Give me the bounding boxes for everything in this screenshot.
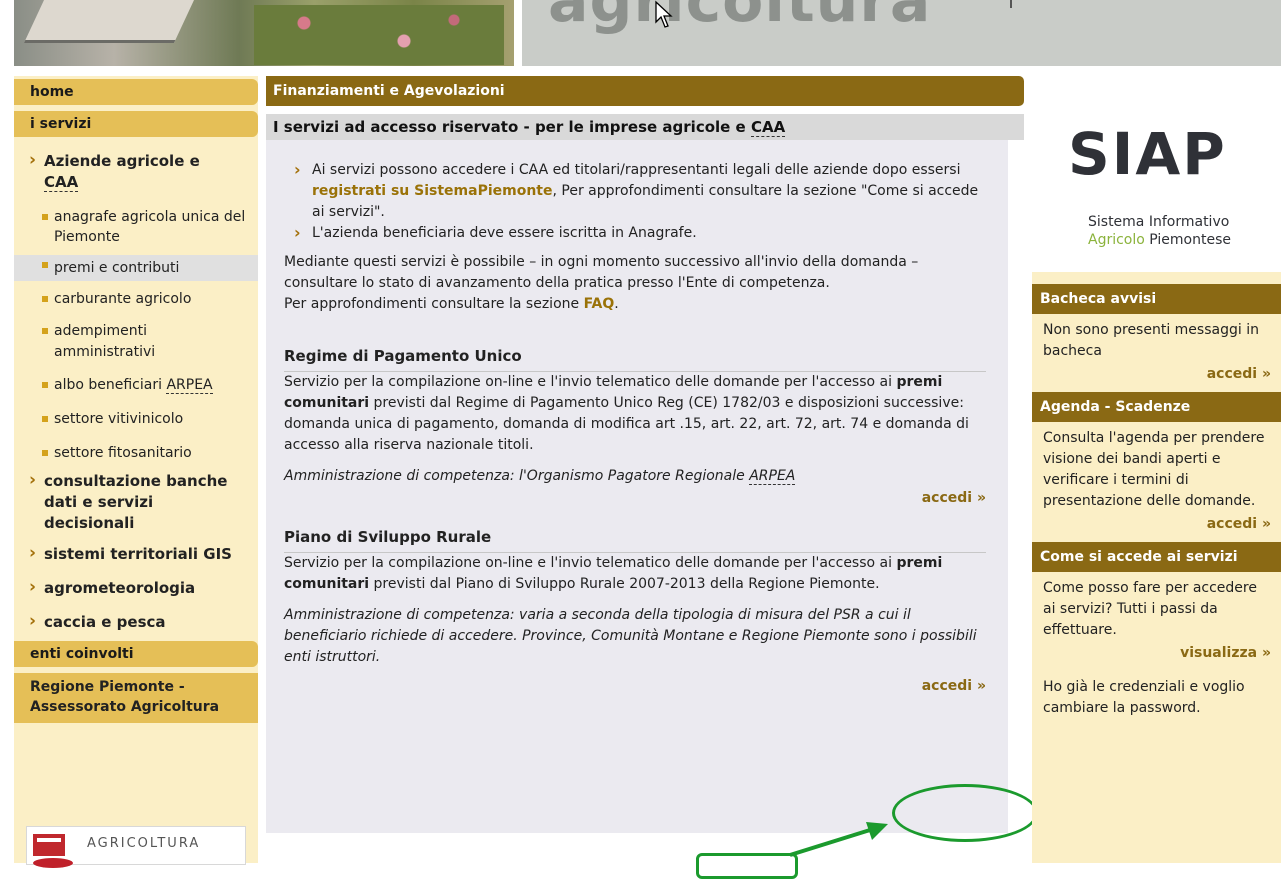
main-content: Finanziamenti e Agevolazioni I servizi a… [266, 76, 1024, 863]
content-panel: Ai servizi possono accedere i CAA ed tit… [266, 140, 1008, 833]
bullet-anagrafe: L'azienda beneficiaria deve essere iscri… [284, 222, 986, 244]
psr-description: Servizio per la compilazione on-line e l… [284, 553, 986, 595]
agenda-header: Agenda - Scadenze [1032, 392, 1281, 422]
nav-fitosanitario[interactable]: settore fitosanitario [14, 443, 258, 463]
bullet-registration: Ai servizi possono accedere i CAA ed tit… [284, 159, 986, 223]
keyboard-image [23, 0, 195, 43]
bacheca-body: Non sono presenti messaggi in bacheca [1043, 322, 1259, 359]
annotation-box [696, 853, 798, 879]
accesso-visualizza-link[interactable]: visualizza » [1032, 645, 1281, 671]
mouse-cursor-icon [655, 0, 673, 28]
psr-admin: Amministrazione di competenza: varia a s… [284, 607, 977, 665]
header-photo [14, 0, 514, 66]
section-bar-title: Finanziamenti e Agevolazioni [266, 76, 1024, 106]
faq-line: Per approfondimenti consultare la sezion… [284, 296, 619, 312]
rpu-desc-a: Servizio per la compilazione on-line e l… [284, 374, 893, 390]
nav-carburante[interactable]: carburante agricolo [14, 289, 258, 309]
psr-desc-a: Servizio per la compilazione on-line e l… [284, 555, 893, 571]
nav-consultazione[interactable]: consultazione banche dati e servizi deci… [14, 470, 252, 534]
agenda-accedi-link[interactable]: accedi » [1032, 516, 1281, 542]
siap-sub-green: Agricolo [1088, 232, 1145, 248]
nav-adempimenti[interactable]: adempimenti amministrativi [14, 321, 212, 363]
annotation-ellipse [892, 784, 1038, 842]
bacheca-accedi-link[interactable]: accedi » [1032, 366, 1281, 392]
bacheca-header: Bacheca avvisi [1032, 284, 1281, 314]
nav-servizi[interactable]: i servizi [14, 111, 258, 137]
nav-premi-contributi[interactable]: premi e contributi [14, 255, 258, 281]
header-title: agricoltura [548, 0, 932, 36]
accesso-body: Come posso fare per accedere ai servizi?… [1043, 580, 1257, 638]
left-navigation: home i servizi Aziende agricole e CAA an… [14, 76, 258, 868]
registration-link[interactable]: registrati su SistemaPiemonte [312, 183, 553, 199]
nav-aziende-agricole[interactable]: Aziende agricole e CAA [14, 150, 258, 193]
rpu-admin-text: Amministrazione di competenza: l'Organis… [284, 468, 745, 484]
siap-wordmark: SIAP [1068, 120, 1227, 188]
rpu-admin: Amministrazione di competenza: l'Organis… [284, 466, 986, 487]
siap-sub-dark: Piemontese [1149, 232, 1232, 248]
nav-home[interactable]: home [14, 79, 258, 105]
psr-desc-b: previsti dal Piano di Sviluppo Rurale 20… [373, 576, 880, 592]
siap-subtitle-1: Sistema Informativo [1088, 214, 1230, 230]
bullet1-text: Ai servizi possono accedere i CAA ed tit… [312, 162, 961, 178]
section-title-psr: Piano di Sviluppo Rurale [284, 528, 986, 553]
rpu-desc-b: previsti dal Regime di Pagamento Unico R… [284, 395, 969, 453]
regione-crest-icon [33, 834, 65, 856]
poppy-icon [33, 858, 73, 868]
nav-region-link[interactable]: Regione Piemonte - Assessorato Agricoltu… [14, 673, 258, 723]
arpea-abbr: ARPEA [166, 377, 213, 394]
nav-gis[interactable]: sistemi territoriali GIS [14, 543, 258, 564]
right-sidebar: SIAP Sistema Informativo Agricolo Piemon… [1032, 76, 1281, 863]
nav-vitivinicolo[interactable]: settore vitivinicolo [14, 409, 258, 429]
nav-agrometeorologia[interactable]: agrometeorologia [14, 577, 258, 598]
siap-logo[interactable]: SIAP Sistema Informativo Agricolo Piemon… [1032, 76, 1281, 272]
header-divider [1010, 0, 1012, 8]
caa-abbr-title: CAA [750, 118, 786, 137]
intro-text: Mediante questi servizi è possibile – in… [284, 254, 919, 291]
flowers-image [254, 5, 504, 65]
caa-abbr: CAA [44, 173, 79, 192]
nav-anagrafe[interactable]: anagrafe agricola unica del Piemonte [14, 207, 258, 247]
access-bullets: Ai servizi possono accedere i CAA ed tit… [284, 159, 986, 244]
agenda-body: Consulta l'agenda per prendere visione d… [1043, 430, 1265, 509]
rpu-admin-abbr: ARPEA [749, 468, 796, 485]
section-subtitle-text: I servizi ad accesso riservato - per le … [273, 118, 746, 136]
nav-albo-beneficiari[interactable]: albo beneficiari ARPEA [14, 375, 258, 395]
regione-agricoltura-logo[interactable]: AGRICOLTURA [26, 826, 246, 868]
siap-subtitle-2: Agricolo Piemontese [1088, 232, 1231, 248]
section-subtitle: I servizi ad accesso riservato - per le … [266, 114, 1024, 140]
rpu-accedi-link[interactable]: accedi » [284, 490, 986, 506]
faq-link[interactable]: FAQ [584, 296, 615, 312]
credenziali-body: Ho già le credenziali e voglio cambiare … [1043, 679, 1245, 716]
nav-caccia-pesca[interactable]: caccia e pesca [14, 611, 258, 632]
accesso-header: Come si accede ai servizi [1032, 542, 1281, 572]
logo-agricoltura-text: AGRICOLTURA [87, 836, 201, 851]
page-header: agricoltura [0, 0, 1281, 66]
faq-line-text: Per approfondimenti consultare la sezion… [284, 296, 580, 312]
psr-accedi-link[interactable]: accedi » [284, 678, 986, 694]
rpu-description: Servizio per la compilazione on-line e l… [284, 372, 986, 456]
nav-aziende-label: Aziende agricole e [44, 152, 200, 170]
nav-enti-coinvolti[interactable]: enti coinvolti [14, 641, 258, 667]
nav-albo-label: albo beneficiari [54, 377, 162, 393]
section-title-rpu: Regime di Pagamento Unico [284, 347, 986, 372]
